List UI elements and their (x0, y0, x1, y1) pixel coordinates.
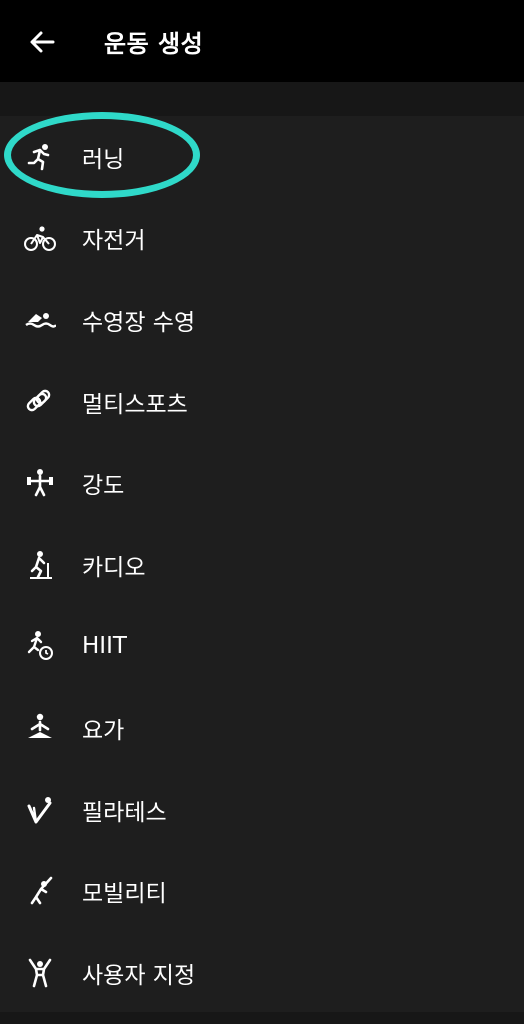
activity-label: 카디오 (82, 554, 146, 581)
activity-item-strength[interactable]: 강도 (0, 442, 524, 524)
activity-label: 요가 (82, 717, 125, 744)
activity-label: 멀티스포츠 (82, 391, 188, 418)
custom-icon (24, 957, 56, 989)
header-spacer (0, 82, 524, 116)
activity-item-custom[interactable]: 사용자 지정 (0, 932, 524, 1014)
activity-item-hiit[interactable]: HIIT (0, 606, 524, 688)
activity-label: 사용자 지정 (82, 962, 196, 989)
activity-list: 러닝 자전거 수영장 수영 멀티스포츠 강도 카디오 HIIT 요가 필라테스 … (0, 116, 524, 1014)
activity-label: 자전거 (82, 228, 146, 255)
cycling-icon (24, 222, 56, 254)
hiit-icon (24, 630, 56, 662)
mobility-icon (24, 875, 56, 907)
activity-label: 모빌리티 (82, 881, 167, 908)
cardio-icon (24, 549, 56, 581)
activity-item-cardio[interactable]: 카디오 (0, 524, 524, 606)
bottom-edge (0, 1012, 524, 1024)
activity-label: HIIT (82, 633, 127, 660)
activity-item-yoga[interactable]: 요가 (0, 687, 524, 769)
activity-item-cycling[interactable]: 자전거 (0, 198, 524, 280)
yoga-icon (24, 712, 56, 744)
activity-item-mobility[interactable]: 모빌리티 (0, 850, 524, 932)
activity-item-running[interactable]: 러닝 (0, 116, 524, 198)
activity-item-multisport[interactable]: 멀티스포츠 (0, 361, 524, 443)
activity-label: 강도 (82, 473, 125, 500)
activity-label: 수영장 수영 (82, 309, 196, 336)
top-app-bar: 운동 생성 (0, 0, 524, 82)
back-button[interactable] (22, 22, 62, 62)
strength-icon (24, 467, 56, 499)
running-icon (24, 141, 56, 173)
swimming-icon (24, 304, 56, 336)
activity-item-pilates[interactable]: 필라테스 (0, 769, 524, 851)
multisport-icon (24, 386, 56, 418)
activity-label: 러닝 (82, 146, 125, 173)
arrow-left-icon (30, 31, 55, 53)
activity-label: 필라테스 (82, 799, 167, 826)
pilates-icon (24, 794, 56, 826)
activity-item-pool-swim[interactable]: 수영장 수영 (0, 279, 524, 361)
page-title: 운동 생성 (104, 30, 204, 58)
